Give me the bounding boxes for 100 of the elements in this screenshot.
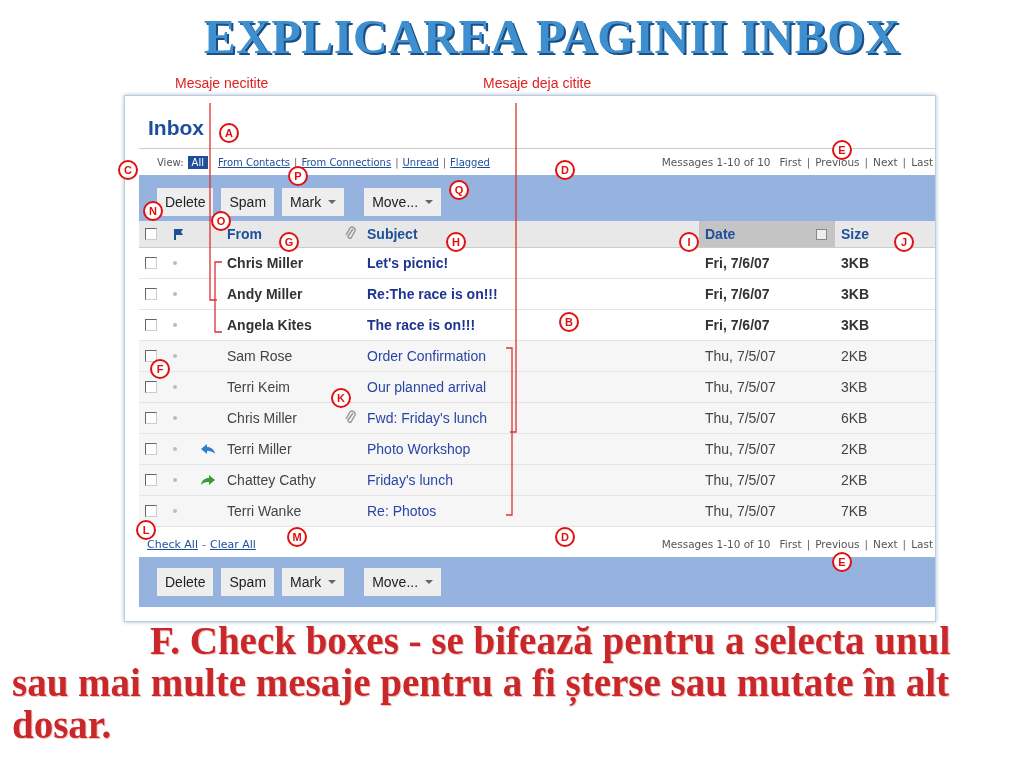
date-text: Thu, 7/5/07 bbox=[705, 441, 776, 457]
pagination-link[interactable]: Previous bbox=[815, 538, 860, 550]
flag-dot-icon[interactable] bbox=[173, 478, 177, 482]
size-text: 7KB bbox=[841, 503, 868, 519]
view-filter-link[interactable]: Unread bbox=[402, 156, 439, 168]
pagination-link[interactable]: Next bbox=[873, 156, 898, 168]
row-checkbox[interactable] bbox=[145, 350, 157, 362]
toolbar-button[interactable]: Mark bbox=[282, 188, 345, 216]
message-count: Messages 1-10 of 10 bbox=[661, 156, 771, 168]
row-checkbox[interactable] bbox=[145, 505, 157, 517]
clear-all-link[interactable]: Clear All bbox=[209, 537, 256, 551]
column-header[interactable]: Size bbox=[841, 226, 869, 242]
separator: | bbox=[806, 538, 811, 550]
size-text: 3KB bbox=[841, 379, 868, 395]
row-checkbox[interactable] bbox=[145, 443, 157, 455]
date-text: Thu, 7/5/07 bbox=[705, 503, 776, 519]
pagination-link[interactable]: Next bbox=[873, 538, 898, 550]
caret-icon bbox=[425, 200, 434, 204]
date-text: Thu, 7/5/07 bbox=[705, 348, 776, 364]
separator: | bbox=[864, 156, 869, 168]
flag-dot-icon[interactable] bbox=[173, 385, 177, 389]
subject-link[interactable]: Friday's lunch bbox=[367, 472, 453, 488]
flag-dot-icon[interactable] bbox=[173, 292, 177, 296]
caret-icon bbox=[328, 580, 337, 584]
pagination-link[interactable]: First bbox=[779, 156, 802, 168]
view-filter-link[interactable]: From Connections bbox=[301, 156, 392, 168]
row-checkbox[interactable] bbox=[145, 381, 157, 393]
check-all-link[interactable]: Check All bbox=[147, 537, 198, 551]
toolbar-button[interactable]: Spam bbox=[221, 188, 275, 216]
pagination-link[interactable]: First bbox=[779, 538, 802, 550]
message-row[interactable]: Chris Miller Fwd: Friday's lunch Thu, 7/5/07 6KB bbox=[139, 403, 935, 434]
sender-name: Andy Miller bbox=[227, 286, 303, 302]
subject-link[interactable]: Our planned arrival bbox=[367, 379, 487, 395]
size-text: 2KB bbox=[841, 348, 868, 364]
date-text: Fri, 7/6/07 bbox=[705, 255, 770, 271]
sender-name: Angela Kites bbox=[227, 317, 312, 333]
size-text: 3KB bbox=[841, 317, 869, 333]
size-text: 6KB bbox=[841, 410, 868, 426]
column-header[interactable]: Subject bbox=[367, 226, 418, 242]
subject-link[interactable]: Order Confirmation bbox=[367, 348, 487, 364]
date-text: Thu, 7/5/07 bbox=[705, 472, 776, 488]
date-text: Thu, 7/5/07 bbox=[705, 379, 776, 395]
select-all-checkbox[interactable] bbox=[145, 228, 157, 240]
size-text: 2KB bbox=[841, 472, 868, 488]
message-count: Messages 1-10 of 10 bbox=[661, 538, 771, 550]
size-text: 3KB bbox=[841, 255, 869, 271]
row-checkbox[interactable] bbox=[145, 288, 157, 300]
separator: | bbox=[902, 156, 907, 168]
separator: | bbox=[442, 156, 447, 168]
toolbar-button[interactable]: Mark bbox=[282, 568, 345, 596]
toolbar-button[interactable]: Delete bbox=[157, 568, 214, 596]
sender-name: Chris Miller bbox=[227, 410, 297, 426]
message-row[interactable]: Chattey Cathy Friday's lunch Thu, 7/5/07 2KB bbox=[139, 465, 935, 496]
flag-dot-icon[interactable] bbox=[173, 509, 177, 513]
flag-dot-icon[interactable] bbox=[173, 261, 177, 265]
view-filter-link[interactable]: Flagged bbox=[450, 156, 490, 168]
date-text: Thu, 7/5/07 bbox=[705, 410, 776, 426]
caption-text: F. Check boxes - se bifează pentru a selecta unul sau mai multe mesaje pentru a fi șterse sau mutate în alt dosar. bbox=[12, 620, 952, 746]
size-text: 2KB bbox=[841, 441, 868, 457]
flag-dot-icon[interactable] bbox=[173, 416, 177, 420]
pagination-link[interactable]: Last bbox=[911, 156, 933, 168]
sender-name: Terri Keim bbox=[227, 379, 290, 395]
toolbar-button[interactable]: Move... bbox=[364, 568, 442, 596]
separator: | bbox=[395, 156, 399, 168]
paperclip-icon bbox=[345, 226, 357, 242]
column-header[interactable]: Date bbox=[705, 226, 736, 242]
view-filter-link[interactable]: From Contacts bbox=[217, 156, 291, 168]
date-text: Fri, 7/6/07 bbox=[705, 286, 770, 302]
subject-link[interactable]: Fwd: Friday's lunch bbox=[367, 410, 488, 426]
callout-letter: C bbox=[118, 160, 138, 180]
message-row[interactable]: Terri Wanke Re: Photos Thu, 7/5/07 7KB bbox=[139, 496, 935, 527]
sender-name: Terri Wanke bbox=[227, 503, 302, 519]
view-filter-link[interactable]: All bbox=[187, 155, 208, 169]
toolbar-button[interactable]: Spam bbox=[221, 568, 275, 596]
flag-dot-icon[interactable] bbox=[173, 447, 177, 451]
message-row[interactable]: Chris Miller Let's picnic! Fri, 7/6/07 3KB bbox=[139, 248, 935, 279]
row-checkbox[interactable] bbox=[145, 257, 157, 269]
row-checkbox[interactable] bbox=[145, 474, 157, 486]
toolbar-button[interactable]: Move... bbox=[364, 188, 442, 216]
slide-title: EXPLICAREA PAGINII INBOX bbox=[202, 9, 902, 65]
subject-link[interactable]: Let's picnic! bbox=[367, 255, 449, 271]
date-text: Fri, 7/6/07 bbox=[705, 317, 770, 333]
subject-link[interactable]: Re: Photos bbox=[367, 503, 437, 519]
flag-dot-icon[interactable] bbox=[173, 354, 177, 358]
pagination-link[interactable]: Last bbox=[911, 538, 933, 550]
annotation-label: Mesaje deja citite bbox=[483, 75, 592, 91]
row-checkbox[interactable] bbox=[145, 319, 157, 331]
subject-link[interactable]: Photo Workshop bbox=[367, 441, 471, 457]
dropdown-icon[interactable] bbox=[816, 228, 827, 240]
flag-dot-icon[interactable] bbox=[173, 323, 177, 327]
sender-name: Chattey Cathy bbox=[227, 472, 316, 488]
message-row[interactable]: Terri Miller Photo Workshop Thu, 7/5/07 2KB bbox=[139, 434, 935, 465]
caret-icon bbox=[425, 580, 434, 584]
row-checkbox[interactable] bbox=[145, 412, 157, 424]
sender-name: Sam Rose bbox=[227, 348, 293, 364]
toolbar-button[interactable]: Delete bbox=[157, 188, 214, 216]
subject-link[interactable]: Re:The race is on!!! bbox=[367, 286, 498, 302]
subject-link[interactable]: The race is on!!! bbox=[367, 317, 476, 333]
message-row[interactable]: Andy Miller Re:The race is on!!! Fri, 7/6/07 3KB bbox=[139, 279, 935, 310]
caret-icon bbox=[328, 200, 337, 204]
